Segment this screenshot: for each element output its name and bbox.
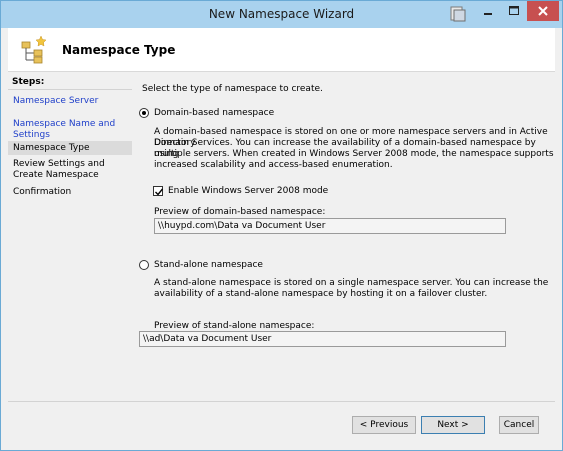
maximize-button[interactable] bbox=[501, 1, 527, 21]
domain-based-label[interactable]: Domain-based namespace bbox=[154, 108, 274, 119]
app-icon bbox=[450, 6, 466, 22]
standalone-label[interactable]: Stand-alone namespace bbox=[154, 260, 263, 271]
step-namespace-server[interactable]: Namespace Server bbox=[8, 96, 132, 107]
cancel-button[interactable]: Cancel bbox=[499, 416, 539, 434]
minimize-icon bbox=[484, 13, 492, 15]
domain-preview-label: Preview of domain-based namespace: bbox=[154, 207, 326, 217]
instruction-text: Select the type of namespace to create. bbox=[142, 84, 323, 94]
wizard-header: Namespace Type bbox=[8, 28, 555, 72]
close-icon bbox=[538, 6, 548, 16]
standalone-preview-field: \\ad\Data va Document User bbox=[139, 331, 506, 347]
footer-divider bbox=[8, 401, 555, 402]
standalone-description-line-2: availability of a stand-alone namespace … bbox=[154, 289, 488, 299]
wizard-folder-tree-icon bbox=[21, 35, 47, 64]
close-button[interactable] bbox=[527, 1, 559, 21]
steps-panel: Steps: Namespace Server Namespace Name a… bbox=[8, 72, 132, 424]
ws2008-mode-checkbox[interactable] bbox=[153, 186, 164, 196]
steps-divider bbox=[8, 89, 132, 90]
ws2008-mode-label[interactable]: Enable Windows Server 2008 mode bbox=[168, 186, 328, 197]
title-bar[interactable]: New Namespace Wizard bbox=[1, 1, 562, 28]
step-namespace-name-and-settings[interactable]: Namespace Name and Settings bbox=[8, 119, 132, 141]
previous-button[interactable]: < Previous bbox=[352, 416, 416, 434]
standalone-radio[interactable] bbox=[139, 260, 149, 270]
page-title: Namespace Type bbox=[62, 43, 176, 57]
steps-heading: Steps: bbox=[12, 77, 45, 87]
wizard-window: New Namespace Wizard Namespace Type Step… bbox=[0, 0, 563, 451]
checkmark-icon bbox=[155, 188, 164, 196]
minimize-button[interactable] bbox=[475, 1, 501, 21]
domain-based-description-line-3: multiple servers. When created in Window… bbox=[154, 149, 554, 159]
domain-based-description-line-4: increased scalability and access-based e… bbox=[154, 160, 393, 170]
step-review-settings: Review Settings and Create Namespace bbox=[13, 159, 105, 180]
standalone-description-line-1: A stand-alone namespace is stored on a s… bbox=[154, 278, 549, 288]
next-button[interactable]: Next > bbox=[421, 416, 485, 434]
namespace-type-panel: Select the type of namespace to create. … bbox=[132, 72, 555, 402]
maximize-icon bbox=[509, 6, 519, 15]
domain-based-radio[interactable] bbox=[139, 108, 149, 118]
step-confirmation: Confirmation bbox=[13, 187, 72, 197]
domain-preview-field: \\huypd.com\Data va Document User bbox=[154, 218, 506, 234]
step-namespace-type: Namespace Type bbox=[8, 141, 132, 155]
